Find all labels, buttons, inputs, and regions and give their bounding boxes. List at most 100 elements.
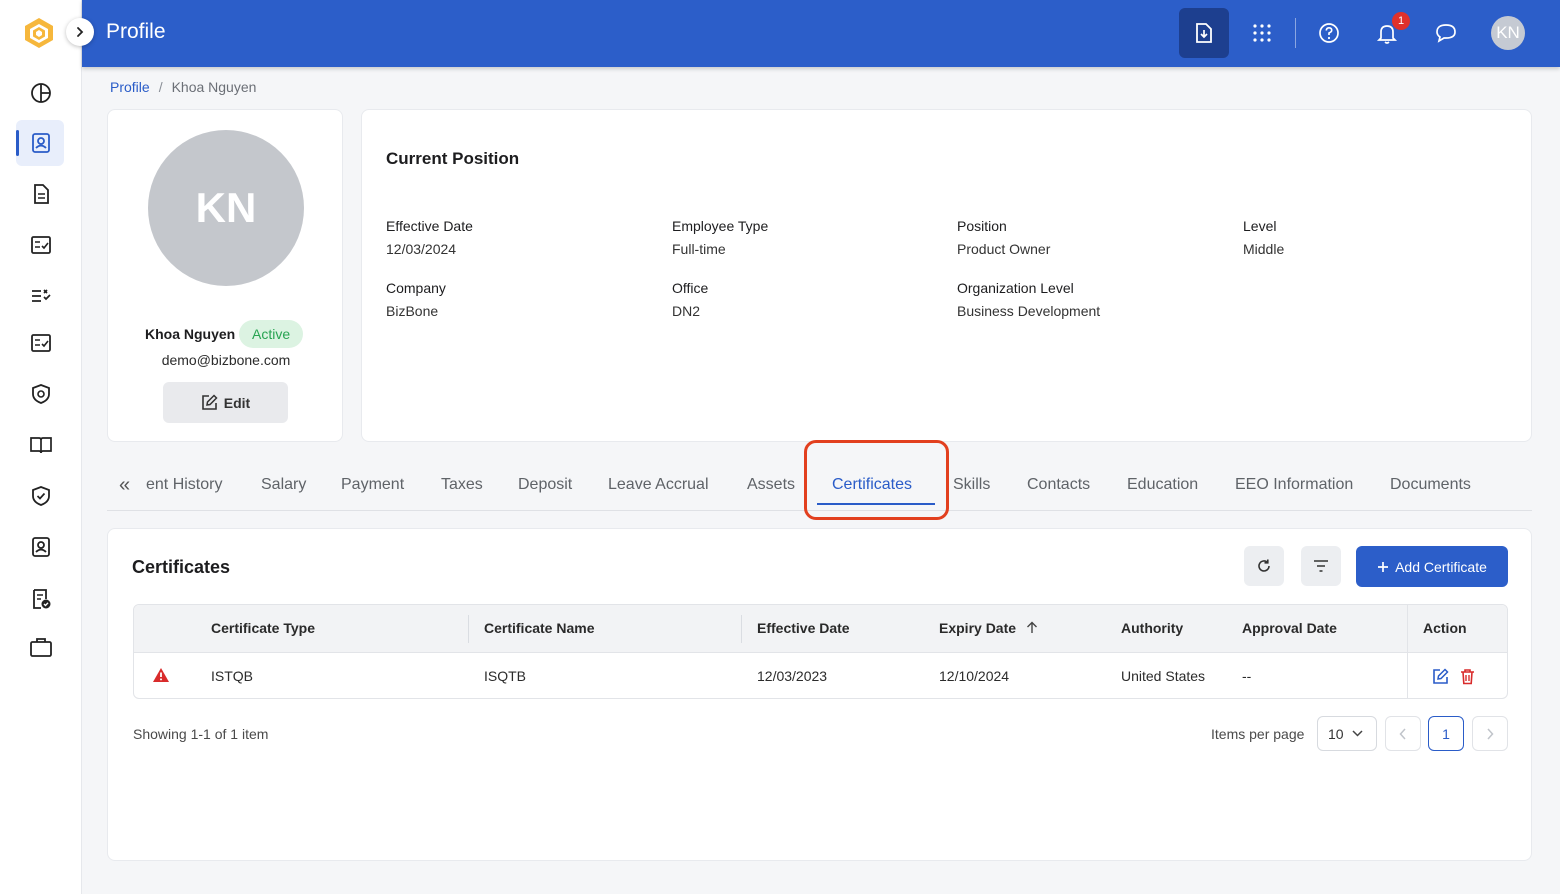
tab-payment[interactable]: Payment: [341, 476, 404, 494]
sidebar-item-profile[interactable]: [0, 120, 82, 166]
column-header-authority[interactable]: Authority: [1121, 620, 1183, 636]
field-label: Effective Date: [386, 218, 473, 234]
warning-icon: [153, 668, 169, 682]
user-avatar[interactable]: KN: [1491, 16, 1525, 50]
previous-page-button[interactable]: [1385, 716, 1421, 751]
sidebar-item-library[interactable]: [0, 422, 82, 468]
review-icon: [31, 334, 51, 352]
tabs-scroll-left-button[interactable]: «: [119, 474, 130, 497]
tab-documents[interactable]: Documents: [1390, 476, 1471, 494]
notifications-button[interactable]: 1: [1362, 8, 1412, 58]
chat-button[interactable]: [1421, 8, 1471, 58]
add-certificate-button[interactable]: Add Certificate: [1356, 546, 1508, 587]
sidebar-item-compliance[interactable]: [0, 473, 82, 519]
cell-authority: United States: [1121, 668, 1206, 684]
field-value: Product Owner: [957, 241, 1051, 257]
certificates-table: Certificate Type Certificate Name Effect…: [133, 604, 1508, 699]
profile-icon: [32, 133, 50, 153]
download-button[interactable]: [1179, 8, 1229, 58]
sidebar-item-jobs[interactable]: [0, 624, 82, 670]
column-header-approval-date[interactable]: Approval Date: [1242, 620, 1337, 636]
tab-assets[interactable]: Assets: [747, 476, 795, 494]
tab-deposit[interactable]: Deposit: [518, 476, 572, 494]
table-header: Certificate Type Certificate Name Effect…: [134, 605, 1507, 653]
sidebar-item-documents[interactable]: [0, 171, 82, 217]
page-title: Profile: [106, 20, 166, 43]
tab-eeo-information[interactable]: EEO Information: [1235, 476, 1353, 494]
field-level: Level Middle: [1243, 218, 1284, 257]
book-icon: [30, 437, 52, 454]
download-icon: [1196, 23, 1212, 43]
plus-icon: [1378, 561, 1389, 572]
checklist-icon: [31, 236, 51, 254]
delete-row-button[interactable]: [1458, 667, 1476, 685]
field-employee-type: Employee Type Full-time: [672, 218, 768, 257]
items-per-page-select[interactable]: 10: [1317, 716, 1377, 751]
field-value: Full-time: [672, 241, 726, 257]
tab-education[interactable]: Education: [1127, 476, 1198, 494]
refresh-icon: [1258, 559, 1270, 572]
field-position: Position Product Owner: [957, 218, 1050, 257]
page-button-current[interactable]: 1: [1428, 716, 1464, 751]
shield-icon: [32, 486, 50, 506]
profile-email: demo@bizbone.com: [161, 352, 291, 368]
sidebar-item-tasks[interactable]: [0, 272, 82, 318]
field-label: Office: [672, 280, 709, 296]
sidebar-expand-button[interactable]: [66, 18, 94, 46]
cell-expiry-date: 12/10/2024: [939, 668, 1010, 684]
section-title: Certificates: [132, 557, 231, 577]
app-logo-icon[interactable]: [22, 16, 56, 50]
field-value: Middle: [1243, 241, 1285, 257]
next-page-button[interactable]: [1472, 716, 1508, 751]
top-bar: Profile 1 KN: [82, 0, 1560, 67]
help-button[interactable]: [1304, 8, 1354, 58]
tab-skills[interactable]: Skills: [953, 476, 990, 494]
edit-profile-button[interactable]: Edit: [163, 382, 288, 423]
column-header-certificate-type[interactable]: Certificate Type: [211, 620, 315, 636]
dashboard-icon: [31, 83, 51, 103]
sidebar-item-checklist[interactable]: [0, 222, 82, 268]
tab-leave-accrual[interactable]: Leave Accrual: [608, 476, 709, 494]
trash-icon: [1460, 668, 1474, 684]
column-header-expiry-date[interactable]: Expiry Date: [939, 620, 1038, 636]
field-label: Level: [1243, 218, 1277, 234]
sidebar-item-security[interactable]: [0, 371, 82, 417]
help-icon: [1319, 23, 1339, 43]
column-header-action: Action: [1423, 620, 1467, 636]
chevron-down-icon: [1352, 730, 1363, 737]
sidebar-item-approvals[interactable]: [0, 576, 82, 622]
field-office: Office DN2: [672, 280, 708, 319]
items-per-page-value: 10: [1328, 725, 1344, 742]
column-divider: [468, 615, 469, 643]
field-value: DN2: [672, 303, 701, 319]
refresh-button[interactable]: [1244, 546, 1284, 586]
sidebar-item-review[interactable]: [0, 320, 82, 366]
filter-button[interactable]: [1301, 546, 1341, 586]
sidebar-item-dashboard[interactable]: [0, 70, 82, 116]
cell-approval-date: --: [1242, 668, 1252, 684]
apps-button[interactable]: [1237, 8, 1287, 58]
tab-taxes[interactable]: Taxes: [441, 476, 483, 494]
edit-icon: [201, 394, 218, 410]
breadcrumb-root-link[interactable]: Profile: [110, 79, 150, 95]
column-header-certificate-name[interactable]: Certificate Name: [484, 620, 595, 636]
tab-employment-history[interactable]: ent History: [146, 476, 222, 494]
action-column: Action: [1407, 605, 1507, 698]
field-label: Employee Type: [672, 218, 769, 234]
sidebar: [0, 0, 94, 894]
breadcrumb-current: Khoa Nguyen: [171, 79, 257, 95]
tab-salary[interactable]: Salary: [261, 476, 306, 494]
sidebar-item-employees[interactable]: [0, 524, 82, 570]
items-per-page-label: Items per page: [1211, 726, 1305, 742]
tab-contacts[interactable]: Contacts: [1027, 476, 1090, 494]
briefcase-icon: [30, 638, 52, 657]
breadcrumb: Profile / Khoa Nguyen: [110, 79, 257, 95]
column-header-effective-date[interactable]: Effective Date: [757, 620, 850, 636]
edit-row-button[interactable]: [1431, 667, 1449, 685]
cell-effective-date: 12/03/2023: [757, 668, 828, 684]
security-icon: [32, 384, 50, 404]
profile-card: KN Khoa Nguyen Active demo@bizbone.com E…: [107, 109, 343, 442]
field-label: Position: [957, 218, 1007, 234]
profile-avatar: KN: [148, 130, 304, 286]
pagination-summary: Showing 1-1 of 1 item: [133, 726, 269, 742]
